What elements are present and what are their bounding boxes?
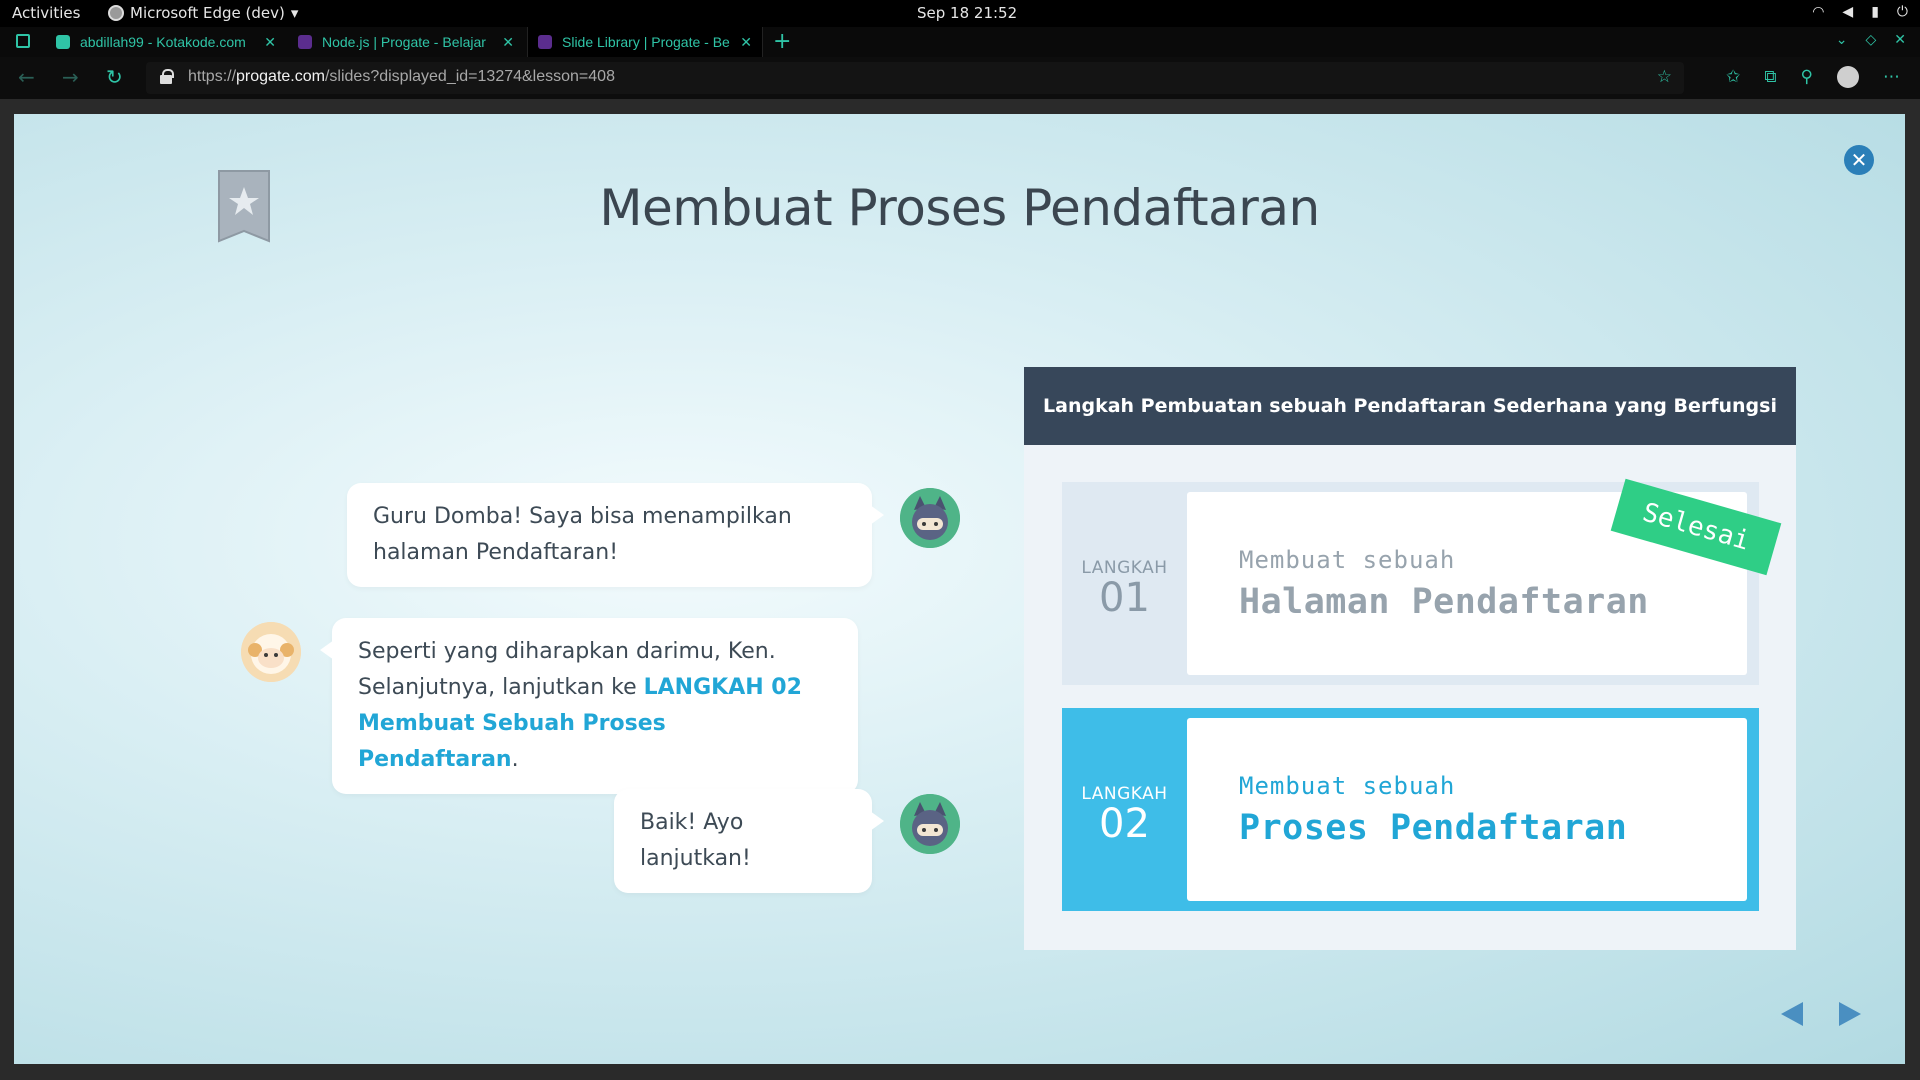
- minimize-icon[interactable]: ◇: [1865, 32, 1876, 48]
- step-card: Membuat sebuah Proses Pendaftaran: [1187, 718, 1747, 901]
- volume-icon: ◀: [1842, 4, 1854, 20]
- close-window-icon[interactable]: ✕: [1894, 32, 1906, 48]
- step-number: 02: [1099, 801, 1150, 847]
- ken-avatar: [900, 794, 960, 854]
- wifi-icon: ◠: [1812, 4, 1825, 20]
- tab-title: abdillah99 - Kotakode.com: [80, 34, 246, 50]
- add-favorite-icon[interactable]: ☆: [1657, 67, 1672, 87]
- progate-favicon-icon: [298, 35, 312, 49]
- steps-panel: Langkah Pembuatan sebuah Pendaftaran Sed…: [1024, 367, 1796, 950]
- close-icon: ✕: [1850, 148, 1868, 172]
- step-title: Proses Pendaftaran: [1239, 808, 1628, 848]
- profile-avatar[interactable]: [1837, 66, 1859, 88]
- message-text: Baik! Ayo lanjutkan!: [640, 810, 751, 871]
- activities-button[interactable]: Activities: [12, 4, 80, 22]
- extensions-icon[interactable]: ⚲: [1801, 67, 1813, 87]
- app-name: Microsoft Edge (dev): [130, 4, 285, 22]
- system-top-bar: Activities Microsoft Edge (dev) ▾ Sep 18…: [0, 0, 1920, 27]
- tab-kotakode[interactable]: abdillah99 - Kotakode.com ✕: [46, 27, 286, 57]
- url-host: progate.com: [236, 68, 325, 85]
- address-bar[interactable]: https://progate.com/slides?displayed_id=…: [146, 62, 1684, 94]
- chat-bubble-ken: Guru Domba! Saya bisa menampilkan halama…: [347, 483, 884, 587]
- ninja-cat-icon: [900, 488, 960, 548]
- slide-navigation: [1781, 1002, 1861, 1026]
- close-tab-icon[interactable]: ✕: [264, 34, 276, 51]
- edge-icon: [108, 5, 124, 21]
- step-subtitle: Membuat sebuah: [1239, 546, 1456, 574]
- clock[interactable]: Sep 18 21:52: [917, 4, 1017, 22]
- new-tab-icon[interactable]: +: [773, 29, 791, 54]
- back-icon[interactable]: ←: [18, 65, 35, 89]
- step-label: LANGKAH 01: [1062, 482, 1187, 685]
- steps-panel-heading: Langkah Pembuatan sebuah Pendaftaran Sed…: [1024, 367, 1796, 445]
- chat-bubble-sheep: Seperti yang diharapkan darimu, Ken. Sel…: [320, 618, 858, 794]
- close-tab-icon[interactable]: ✕: [740, 34, 752, 51]
- close-tab-icon[interactable]: ✕: [502, 34, 514, 51]
- favorites-icon[interactable]: ✩: [1726, 67, 1740, 87]
- next-slide-icon[interactable]: [1839, 1002, 1861, 1026]
- slide: Membuat Proses Pendaftaran ✕ Guru Domba!…: [14, 114, 1905, 1064]
- refresh-icon[interactable]: ↻: [106, 65, 123, 89]
- tab-nodejs[interactable]: Node.js | Progate - Belajar ✕: [288, 27, 524, 57]
- slide-title: Membuat Proses Pendaftaran: [599, 179, 1320, 237]
- progate-favicon-icon: [538, 35, 552, 49]
- more-menu-icon[interactable]: ⋯: [1883, 67, 1900, 87]
- chat-bubble-ken: Baik! Ayo lanjutkan!: [614, 789, 884, 893]
- ken-avatar: [900, 488, 960, 548]
- power-icon: ⏻: [1896, 4, 1908, 20]
- previous-slide-icon[interactable]: [1781, 1002, 1803, 1026]
- close-slide-button[interactable]: ✕: [1844, 145, 1874, 175]
- tab-strip-controls: ⌄ ◇ ✕: [1836, 32, 1906, 48]
- tab-list-icon[interactable]: ⌄: [1836, 32, 1848, 48]
- lock-icon[interactable]: [160, 69, 174, 84]
- step-label: LANGKAH 02: [1062, 708, 1187, 911]
- tab-title: Slide Library | Progate - Belajar: [562, 34, 730, 50]
- message-text-end: .: [511, 747, 519, 772]
- url-scheme: https://: [188, 68, 237, 85]
- tab-actions-icon[interactable]: [16, 34, 30, 48]
- step-subtitle: Membuat sebuah: [1239, 772, 1456, 800]
- collections-icon[interactable]: ⧉: [1764, 67, 1776, 87]
- step-title: Halaman Pendaftaran: [1239, 582, 1649, 622]
- tab-slide-library[interactable]: Slide Library | Progate - Belajar ✕: [527, 27, 763, 57]
- url-path: /slides?displayed_id=13274&lesson=408: [324, 68, 615, 85]
- sheep-avatar: [241, 622, 301, 682]
- app-menu[interactable]: Microsoft Edge (dev) ▾: [108, 4, 298, 22]
- kotakode-favicon-icon: [56, 35, 70, 49]
- navigation-bar: ← → ↻ https://progate.com/slides?display…: [0, 57, 1920, 99]
- ninja-cat-icon: [900, 794, 960, 854]
- forward-icon[interactable]: →: [62, 65, 79, 89]
- tab-title: Node.js | Progate - Belajar: [322, 34, 486, 50]
- caret-down-icon: ▾: [290, 4, 299, 22]
- tab-strip: abdillah99 - Kotakode.com ✕ Node.js | Pr…: [0, 27, 1920, 57]
- step-02: LANGKAH 02 Membuat sebuah Proses Pendaft…: [1062, 708, 1759, 911]
- message-text: Guru Domba! Saya bisa menampilkan halama…: [373, 504, 792, 565]
- sheep-icon: [241, 622, 301, 682]
- step-number: 01: [1099, 575, 1150, 621]
- system-tray[interactable]: ◠ ◀ ▮ ⏻: [1812, 4, 1908, 20]
- battery-icon: ▮: [1871, 4, 1879, 20]
- toolbar-icons: ✩ ⧉ ⚲ ⋯: [1726, 66, 1900, 88]
- url-text[interactable]: https://progate.com/slides?displayed_id=…: [188, 68, 615, 86]
